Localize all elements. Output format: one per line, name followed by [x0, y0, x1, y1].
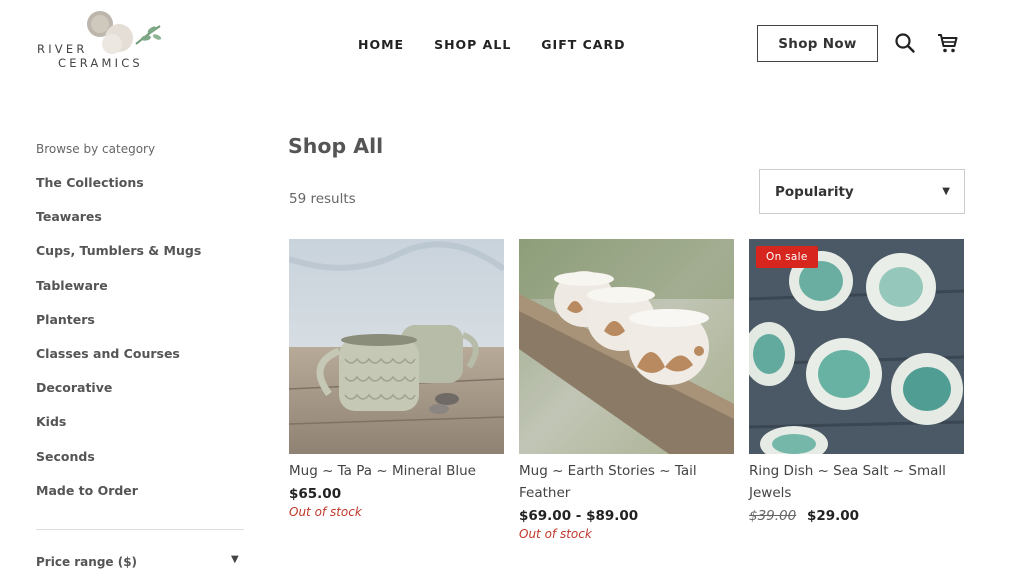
logo-line-1: RIVER — [37, 42, 88, 56]
product-card[interactable]: On sale Ring Dish ~ Sea Salt ~ Small Jew… — [749, 239, 964, 524]
category-cups-tumblers-mugs[interactable]: Cups, Tumblers & Mugs — [36, 243, 201, 277]
category-classes-and-courses[interactable]: Classes and Courses — [36, 346, 201, 380]
category-decorative[interactable]: Decorative — [36, 380, 201, 414]
product-image-ring-dish-sea-salt[interactable] — [749, 239, 964, 454]
sale-price: $29.00 — [806, 508, 860, 524]
product-name[interactable]: Mug ~ Earth Stories ~ Tail Feather — [519, 460, 734, 504]
category-made-to-order[interactable]: Made to Order — [36, 483, 201, 517]
main-nav: HOME SHOP ALL GIFT CARD — [358, 37, 625, 52]
sidebar-divider — [36, 529, 244, 530]
search-icon[interactable] — [893, 31, 917, 55]
product-name[interactable]: Ring Dish ~ Sea Salt ~ Small Jewels — [749, 460, 964, 504]
stock-status: Out of stock — [289, 505, 362, 519]
chevron-down-icon: ▼ — [942, 186, 950, 197]
results-count: 59 results — [289, 191, 356, 207]
product-name[interactable]: Mug ~ Ta Pa ~ Mineral Blue — [289, 460, 504, 482]
chevron-down-icon[interactable]: ▼ — [231, 554, 239, 565]
on-sale-badge: On sale — [756, 246, 818, 268]
price-range-filter[interactable]: Price range ($) — [36, 555, 137, 569]
category-teawares[interactable]: Teawares — [36, 209, 201, 243]
sort-selected-value: Popularity — [775, 183, 854, 200]
brand-logo[interactable]: RIVER CERAMICS — [36, 8, 166, 72]
stock-status: Out of stock — [519, 527, 592, 541]
original-price: $39.00 — [749, 508, 797, 524]
category-list: The Collections Teawares Cups, Tumblers … — [36, 175, 201, 517]
product-card[interactable]: Mug ~ Earth Stories ~ Tail Feather $69.0… — [519, 239, 734, 541]
nav-shop-all[interactable]: SHOP ALL — [434, 37, 511, 52]
product-price: $39.00 $29.00 — [749, 508, 964, 524]
product-image-mug-earth-stories[interactable] — [519, 239, 734, 454]
nav-home[interactable]: HOME — [358, 37, 404, 52]
product-price: $65.00 — [289, 486, 342, 502]
category-seconds[interactable]: Seconds — [36, 449, 201, 483]
product-card[interactable]: Mug ~ Ta Pa ~ Mineral Blue $65.00 Out of… — [289, 239, 504, 519]
nav-gift-card[interactable]: GIFT CARD — [541, 37, 625, 52]
sidebar-title: Browse by category — [36, 142, 156, 156]
product-image-mug-mineral-blue[interactable] — [289, 239, 504, 454]
sort-select[interactable]: Popularity ▼ — [759, 169, 965, 214]
category-planters[interactable]: Planters — [36, 312, 201, 346]
product-price: $69.00 - $89.00 — [519, 508, 639, 524]
category-the-collections[interactable]: The Collections — [36, 175, 201, 209]
cart-icon[interactable] — [936, 31, 960, 55]
category-kids[interactable]: Kids — [36, 414, 201, 448]
page-title: Shop All — [288, 134, 384, 158]
category-tableware[interactable]: Tableware — [36, 278, 201, 312]
shop-now-button[interactable]: Shop Now — [757, 25, 878, 62]
logo-line-2: CERAMICS — [58, 56, 143, 70]
